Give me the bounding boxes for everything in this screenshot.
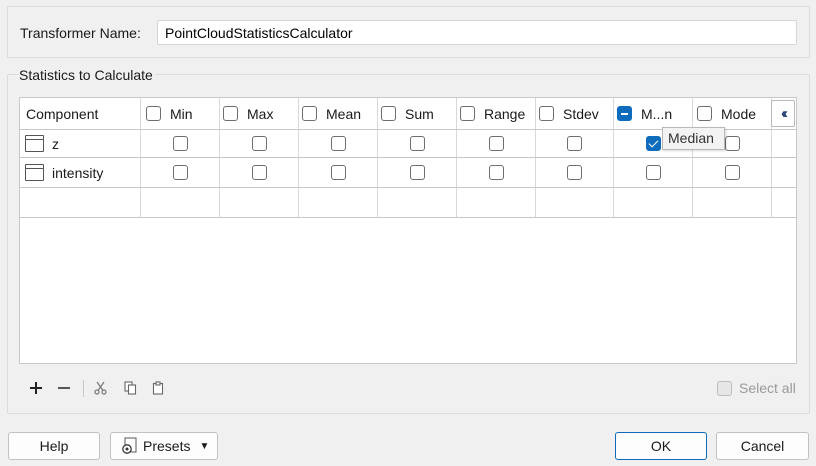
presets-button[interactable]: Presets ▼ [110, 432, 218, 460]
sum-column-checkbox[interactable] [381, 106, 396, 121]
column-header-label: Sum [405, 105, 434, 122]
row-checkbox[interactable] [488, 136, 504, 151]
cell-median [614, 158, 693, 187]
column-header-range[interactable]: Range [457, 98, 536, 129]
column-header-label: Min [170, 105, 193, 122]
row-checkbox[interactable] [645, 165, 661, 180]
column-header-max[interactable]: Max [220, 98, 299, 129]
column-header-label: Stdev [563, 105, 599, 122]
column-header-label: M...n [641, 105, 673, 122]
cell-min [141, 158, 220, 187]
cell-stdev [536, 158, 614, 187]
column-header-min[interactable]: Min [141, 98, 220, 129]
cancel-button[interactable]: Cancel [716, 432, 809, 460]
mean-column-checkbox[interactable] [302, 106, 317, 121]
empty-cell[interactable] [693, 188, 772, 217]
cell-max [220, 158, 299, 187]
empty-cell[interactable] [536, 188, 614, 217]
row-name-cell: z [20, 130, 141, 157]
row-checkbox[interactable] [172, 136, 188, 151]
row-checkbox[interactable] [409, 165, 425, 180]
row-checkbox[interactable] [567, 136, 582, 151]
ok-button[interactable]: OK [615, 432, 707, 460]
cell-stdev [536, 130, 614, 157]
clipboard-icon[interactable] [148, 378, 168, 398]
gear-document-icon [120, 437, 140, 455]
row-checkbox[interactable] [488, 165, 504, 180]
stdev-column-checkbox[interactable] [539, 106, 554, 121]
scissors-icon[interactable] [90, 378, 110, 398]
select-all-box[interactable] [717, 380, 732, 396]
column-header-label: Mean [326, 105, 362, 122]
column-header-sum[interactable]: Sum [378, 98, 457, 129]
cell-mean [299, 130, 378, 157]
transformer-name-input[interactable] [157, 20, 797, 45]
double-chevron-left-icon[interactable]: ‹‹ [771, 100, 795, 127]
row-checkbox[interactable] [409, 136, 425, 151]
column-header-mode[interactable]: Mode [693, 98, 772, 129]
statistics-group-label: Statistics to Calculate [19, 67, 155, 83]
empty-cell[interactable] [220, 188, 299, 217]
row-checkbox[interactable] [330, 165, 346, 180]
empty-cell[interactable] [457, 188, 536, 217]
row-checkbox[interactable] [172, 165, 188, 180]
column-header-label: Max [247, 105, 274, 122]
empty-cell[interactable] [299, 188, 378, 217]
row-checkbox[interactable] [330, 136, 346, 151]
column-header-component: Component [20, 98, 141, 129]
range-column-checkbox[interactable] [460, 106, 475, 121]
row-icon [25, 164, 44, 181]
column-header-stdev[interactable]: Stdev [536, 98, 614, 129]
column-header-label: Mode [721, 105, 757, 122]
row-checkbox[interactable] [724, 136, 740, 151]
transformer-name-panel: Transformer Name: [7, 6, 810, 58]
help-button[interactable]: Help [8, 432, 100, 460]
cell-range [457, 158, 536, 187]
row-divider [20, 217, 796, 218]
row-checkbox[interactable] [724, 165, 740, 180]
empty-cell[interactable] [378, 188, 457, 217]
presets-label: Presets [143, 438, 191, 454]
row-name-cell: intensity [20, 158, 141, 187]
median-tooltip: Median [662, 127, 725, 150]
column-header-mean[interactable]: Mean [299, 98, 378, 129]
cell-range [457, 130, 536, 157]
row-checkbox[interactable] [251, 165, 267, 180]
plus-icon[interactable] [26, 378, 46, 398]
empty-cell[interactable] [614, 188, 693, 217]
mode-column-checkbox[interactable] [697, 106, 712, 121]
row-name: intensity [52, 164, 104, 181]
column-header-label: Range [484, 105, 526, 122]
min-column-checkbox[interactable] [146, 106, 161, 121]
cell-sum [378, 130, 457, 157]
row-icon [25, 135, 44, 152]
row-checkbox[interactable] [251, 136, 267, 151]
cell-max [220, 130, 299, 157]
row-checkbox[interactable] [645, 136, 661, 151]
select-all-label: Select all [739, 380, 796, 396]
cell-sum [378, 158, 457, 187]
cell-min [141, 130, 220, 157]
column-header-label: Component [26, 105, 99, 122]
select-all-checkbox[interactable]: Select all [710, 380, 796, 396]
caret-down-icon: ▼ [199, 440, 210, 452]
column-header-median[interactable]: M...n [614, 98, 693, 129]
copy-icon[interactable] [120, 378, 140, 398]
minus-icon[interactable] [54, 378, 74, 398]
max-column-checkbox[interactable] [223, 106, 238, 121]
empty-cell[interactable] [141, 188, 220, 217]
empty-cell[interactable] [20, 188, 141, 217]
toolbar-separator [83, 380, 84, 397]
row-name: z [52, 135, 59, 152]
cell-mean [299, 158, 378, 187]
row-checkbox[interactable] [567, 165, 582, 180]
median-column-checkbox[interactable] [617, 106, 632, 121]
cell-mode [693, 158, 772, 187]
transformer-name-label: Transformer Name: [20, 25, 141, 41]
